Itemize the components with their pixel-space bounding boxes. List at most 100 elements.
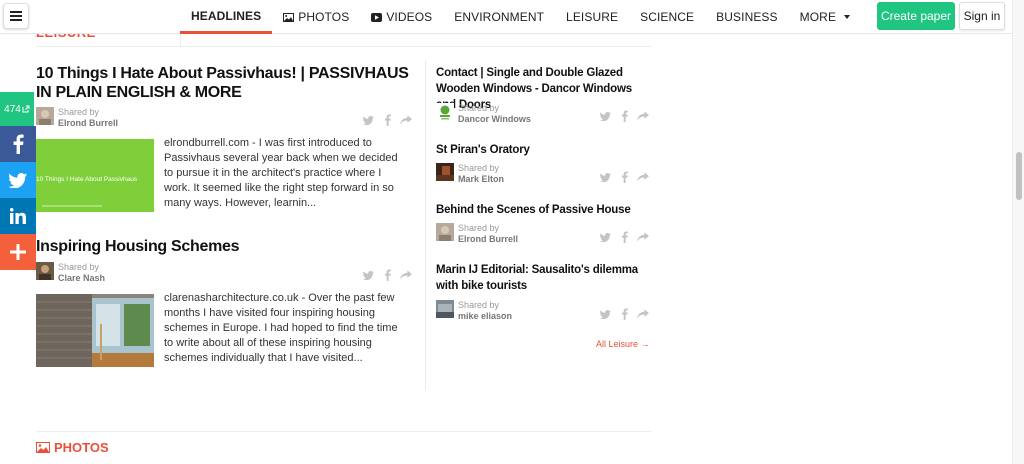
reshare-arrow-icon (637, 309, 649, 319)
reshare-action-button[interactable] (400, 269, 412, 281)
nav-item-label: MORE (799, 10, 837, 24)
sharer-name[interactable]: Mark Elton (458, 174, 504, 185)
avatar[interactable] (36, 107, 54, 125)
nav-item-environment[interactable]: ENVIRONMENT (443, 0, 555, 34)
thumbnail-rule (42, 205, 102, 207)
shared-by-label: Shared by (58, 262, 100, 272)
facebook-action-button[interactable] (618, 110, 630, 122)
facebook-action-button[interactable] (381, 114, 393, 126)
reshare-arrow-icon (400, 115, 412, 125)
twitter-icon (599, 309, 611, 319)
shared-by-block: Shared by Dancor Windows (436, 103, 531, 125)
image-icon (36, 442, 50, 453)
shared-by-label: Shared by (458, 300, 500, 310)
avatar[interactable] (436, 223, 454, 241)
avatar[interactable] (36, 262, 54, 280)
article-title[interactable]: 10 Things I Hate About Passivhaus! | PAS… (36, 64, 416, 102)
nav-item-label: HEADLINES (191, 8, 262, 23)
nav-item-headlines[interactable]: HEADLINES (180, 0, 273, 34)
nav-item-more[interactable]: MORE (789, 0, 861, 34)
hamburger-menu-button[interactable] (3, 3, 29, 29)
linkedin-share-button[interactable] (0, 198, 36, 234)
caret-down-icon (844, 15, 851, 19)
facebook-icon (621, 308, 628, 320)
sharer-name[interactable]: mike eliason (458, 311, 512, 322)
sharer-name[interactable]: Clare Nash (58, 273, 105, 284)
article-title[interactable]: Behind the Scenes of Passive House (436, 202, 650, 218)
all-leisure-link[interactable]: All Leisure → (596, 339, 650, 349)
share-count-value: 474 (4, 103, 21, 115)
image-icon (283, 12, 295, 22)
reshare-action-button[interactable] (637, 231, 649, 243)
linkedin-icon (10, 208, 26, 224)
section-divider (36, 46, 652, 47)
article-snippet: clarenasharchitecture.co.uk - Over the p… (164, 292, 398, 364)
sign-in-button[interactable]: Sign in (959, 2, 1005, 30)
page: HEADLINES PHOTOS VIDEOS ENVIRONMENT LEIS… (0, 0, 1024, 464)
facebook-action-button[interactable] (618, 171, 630, 183)
avatar[interactable] (436, 103, 454, 121)
article-title[interactable]: St Piran's Oratory (436, 142, 650, 158)
article-actions (362, 269, 412, 281)
section-divider (36, 431, 652, 432)
article-title[interactable]: Marin IJ Editorial: Sausalito's dilemma … (436, 262, 650, 294)
twitter-icon (599, 111, 611, 121)
twitter-action-button[interactable] (599, 110, 611, 122)
twitter-share-button[interactable] (0, 162, 36, 198)
nav-links: HEADLINES PHOTOS VIDEOS ENVIRONMENT LEIS… (180, 0, 861, 34)
article-actions (599, 171, 649, 183)
shared-by-label: Shared by (458, 223, 500, 233)
video-icon (371, 12, 383, 22)
create-paper-button[interactable]: Create paper (877, 2, 955, 30)
article-title[interactable]: Inspiring Housing Schemes (36, 237, 416, 256)
scrollbar-thumb[interactable] (1016, 152, 1022, 200)
nav-item-business[interactable]: BUSINESS (705, 0, 789, 34)
reshare-arrow-icon (400, 270, 412, 280)
facebook-icon (13, 134, 24, 154)
thumbnail-caption: 10 Things I Hate About Passivhaus (36, 176, 138, 183)
facebook-action-button[interactable] (618, 308, 630, 320)
reshare-action-button[interactable] (637, 308, 649, 320)
nav-item-label: BUSINESS (716, 10, 778, 24)
sharer-name[interactable]: Elrond Burrell (458, 234, 518, 245)
shared-by-label: Shared by (58, 107, 100, 117)
reshare-action-button[interactable] (637, 171, 649, 183)
twitter-icon (362, 270, 374, 280)
nav-item-label: PHOTOS (298, 10, 350, 24)
sharer-name[interactable]: Elrond Burrell (58, 118, 118, 129)
twitter-action-button[interactable] (599, 231, 611, 243)
nav-item-leisure[interactable]: LEISURE (555, 0, 629, 34)
facebook-share-button[interactable] (0, 126, 36, 162)
sharer-name[interactable]: Dancor Windows (458, 114, 531, 125)
twitter-action-button[interactable] (362, 114, 374, 126)
twitter-action-button[interactable] (599, 308, 611, 320)
share-count[interactable]: 474 (0, 92, 34, 126)
avatar[interactable] (436, 300, 454, 318)
more-share-button[interactable] (0, 234, 36, 270)
nav-item-photos[interactable]: PHOTOS (272, 0, 360, 34)
column-divider (425, 60, 426, 390)
scrollbar[interactable] (1012, 0, 1024, 464)
nav-item-label: LEISURE (566, 10, 619, 24)
facebook-action-button[interactable] (618, 231, 630, 243)
facebook-icon (384, 114, 391, 126)
photos-section-header[interactable]: PHOTOS (36, 440, 109, 455)
article-thumbnail[interactable]: 10 Things I Hate About Passivhaus (36, 139, 154, 212)
twitter-icon (362, 115, 374, 125)
nav-item-videos[interactable]: VIDEOS (360, 0, 443, 34)
twitter-action-button[interactable] (362, 269, 374, 281)
facebook-action-button[interactable] (381, 269, 393, 281)
shared-by-block: Shared by Elrond Burrell (36, 107, 118, 129)
article-thumbnail[interactable] (36, 294, 154, 367)
top-nav: HEADLINES PHOTOS VIDEOS ENVIRONMENT LEIS… (0, 0, 1012, 34)
facebook-icon (384, 269, 391, 281)
reshare-arrow-icon (637, 111, 649, 121)
facebook-icon (621, 110, 628, 122)
plus-icon (10, 244, 26, 260)
avatar[interactable] (436, 163, 454, 181)
nav-item-science[interactable]: SCIENCE (629, 0, 705, 34)
twitter-action-button[interactable] (599, 171, 611, 183)
reshare-action-button[interactable] (400, 114, 412, 126)
reshare-action-button[interactable] (637, 110, 649, 122)
article-actions (599, 308, 649, 320)
